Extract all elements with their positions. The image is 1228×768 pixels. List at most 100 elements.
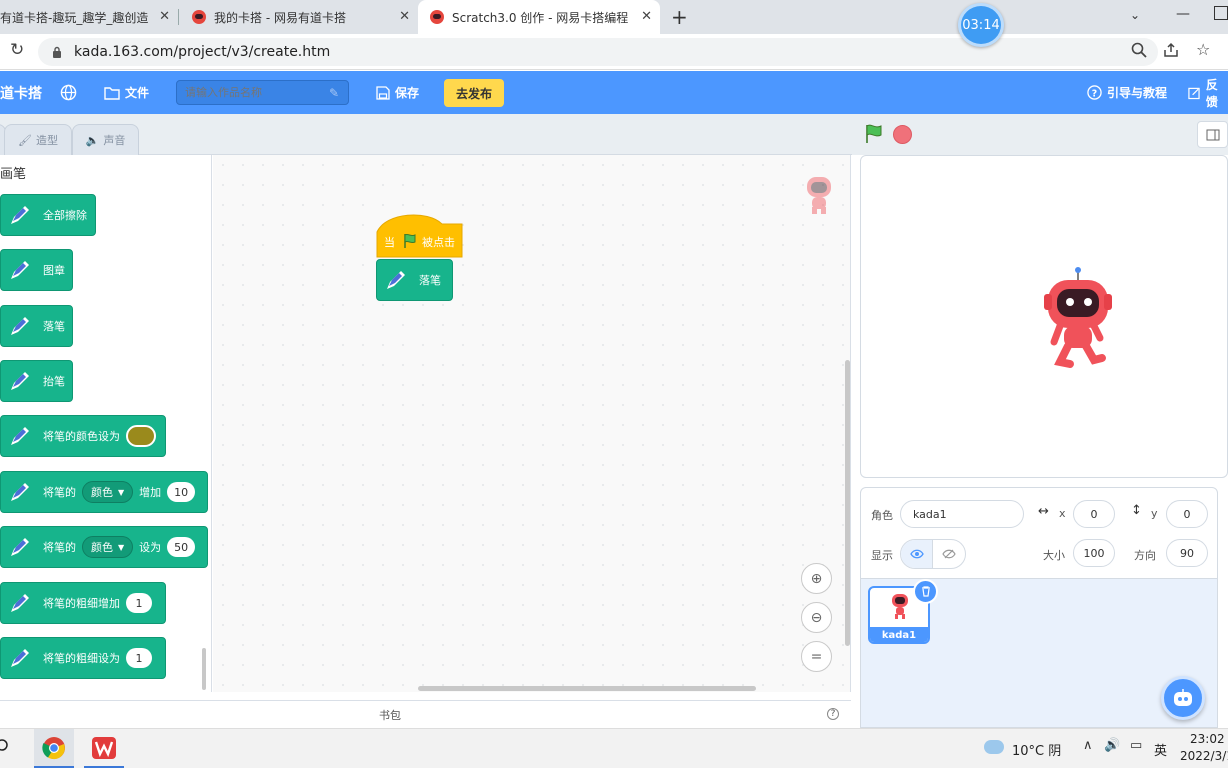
pen-color-swatch[interactable]	[126, 425, 156, 447]
block-change-pen-size[interactable]: 将笔的粗细增加 1	[0, 582, 166, 624]
robot-icon	[1174, 689, 1192, 706]
y-input[interactable]: 0	[1166, 500, 1208, 528]
edit-pencil-icon: ✎	[329, 86, 340, 100]
stage-layout-button[interactable]	[1197, 121, 1228, 148]
pen-extension-icon	[11, 483, 29, 501]
share-icon[interactable]	[1163, 42, 1179, 61]
block-change-pen-param[interactable]: 将笔的 颜色 ▼ 增加 10	[0, 471, 208, 513]
zoom-out-button[interactable]: ⊖	[801, 602, 832, 633]
ime-indicator[interactable]: 英	[1154, 740, 1167, 759]
add-sprite-robot-button[interactable]	[1161, 676, 1205, 720]
size-input[interactable]: 100	[1073, 539, 1115, 567]
close-icon[interactable]: ✕	[641, 9, 652, 24]
reload-icon[interactable]: ↻	[10, 40, 24, 60]
visibility-toggle[interactable]	[900, 539, 966, 569]
pen-param-dropdown[interactable]: 颜色 ▼	[82, 481, 134, 503]
block-pen-up[interactable]: 抬笔	[0, 360, 73, 402]
hide-eye-icon[interactable]	[933, 540, 965, 568]
x-input[interactable]: 0	[1073, 500, 1115, 528]
tab-costume[interactable]: 🖌 造型	[4, 124, 72, 155]
close-icon[interactable]: ✕	[159, 9, 170, 24]
zoom-reset-button[interactable]: =	[801, 641, 832, 672]
zoom-in-button[interactable]: ⊕	[801, 563, 832, 594]
tab-search-icon[interactable]: ⌄	[1130, 8, 1140, 22]
workspace-vertical-scrollbar[interactable]	[845, 360, 850, 646]
block-label: 全部擦除	[43, 209, 87, 222]
save-label: 保存	[395, 86, 420, 100]
taskbar-chrome-app[interactable]	[34, 729, 74, 768]
pen-extension-icon	[11, 206, 29, 224]
maximize-icon[interactable]	[1214, 6, 1228, 20]
sprite-watermark-icon	[807, 177, 831, 214]
pen-extension-icon	[11, 594, 29, 612]
browser-tab-bar: 有道卡搭-趣玩_趣学_趣创造 ✕ 我的卡搭 - 网易有道卡搭 ✕ Scratch…	[0, 0, 1228, 34]
save-button[interactable]: 保存	[376, 71, 419, 114]
block-label: 抬笔	[43, 375, 65, 388]
app-logo[interactable]: 道卡搭	[0, 71, 42, 114]
file-menu-label: 文件	[125, 86, 150, 100]
sprite-thumb-image	[892, 594, 908, 619]
block-set-pen-param[interactable]: 将笔的 颜色 ▼ 设为 50	[0, 526, 208, 568]
pen-extension-icon	[11, 317, 29, 335]
dropdown-value: 颜色	[91, 486, 113, 499]
number-input[interactable]: 1	[126, 648, 152, 668]
code-workspace[interactable]: 当 被点击 落笔 ⊕ ⊖ =	[213, 155, 851, 692]
direction-input[interactable]: 90	[1166, 539, 1208, 567]
new-tab-button[interactable]: +	[671, 5, 688, 29]
clock-time[interactable]: 23:02	[1190, 732, 1225, 746]
language-globe-icon[interactable]	[60, 71, 77, 114]
taskbar-wps-app[interactable]	[84, 729, 124, 768]
workspace-horizontal-scrollbar[interactable]	[418, 686, 756, 691]
tray-chevron-up-icon[interactable]: ∧	[1083, 738, 1093, 753]
tab-kada-home[interactable]: 有道卡搭-趣玩_趣学_趣创造 ✕	[0, 0, 178, 34]
block-pen-down[interactable]: 落笔	[0, 305, 73, 347]
svg-text:?: ?	[1092, 88, 1097, 99]
help-icon[interactable]: ?	[827, 708, 839, 720]
weather-text[interactable]: 10°C 阴	[1012, 740, 1061, 759]
script-when-flag-clicked[interactable]: 当 被点击	[376, 212, 464, 258]
costume-tab-label: 造型	[35, 134, 58, 147]
palette-scrollbar[interactable]	[202, 648, 206, 690]
number-input[interactable]: 50	[167, 537, 196, 557]
close-icon[interactable]: ✕	[399, 9, 410, 24]
number-input[interactable]: 1	[126, 593, 152, 613]
green-flag-icon[interactable]	[864, 124, 884, 144]
backpack-bar[interactable]: 书包 ?	[0, 700, 851, 728]
file-menu[interactable]: 文件	[104, 71, 149, 114]
x-label: x	[1059, 507, 1066, 520]
cloudy-weather-icon	[984, 740, 1004, 754]
palette-category-title: 画笔	[0, 167, 27, 182]
sprite-info-panel: 角色 kada1 ↔ x 0 ↕ y 0 显示 大小 100 方向 90	[860, 487, 1218, 579]
tab-my-kada[interactable]: 我的卡搭 - 网易有道卡搭 ✕	[180, 0, 418, 34]
stage-canvas[interactable]	[860, 155, 1228, 478]
sprite-name-input[interactable]: kada1	[900, 500, 1024, 528]
layout-icon	[1206, 129, 1220, 141]
feedback-button[interactable]: 反馈	[1188, 71, 1228, 114]
stop-icon[interactable]	[893, 125, 912, 144]
block-stamp[interactable]: 图章	[0, 249, 73, 291]
bookmark-star-icon[interactable]: ☆	[1196, 40, 1210, 59]
block-label: 增加	[139, 486, 162, 499]
kada-robot-sprite[interactable]	[1042, 266, 1112, 370]
pen-param-dropdown[interactable]: 颜色 ▼	[82, 536, 134, 558]
publish-button[interactable]: 去发布	[444, 79, 504, 107]
number-input[interactable]: 10	[167, 482, 196, 502]
address-bar: ↻ kada.163.com/project/v3/create.htm ☆	[0, 34, 1228, 70]
block-label: 将笔的	[43, 486, 76, 499]
tab-scratch-create[interactable]: Scratch3.0 创作 - 网易卡搭编程 ✕	[418, 0, 660, 34]
block-clear-all[interactable]: 全部擦除	[0, 194, 96, 236]
clock-date[interactable]: 2022/3/1	[1180, 749, 1228, 763]
delete-sprite-button[interactable]	[913, 579, 938, 604]
show-eye-icon[interactable]	[901, 540, 934, 568]
search-icon[interactable]	[0, 738, 12, 759]
zoom-icon[interactable]	[1131, 42, 1147, 61]
minimize-icon[interactable]: —	[1176, 6, 1190, 22]
network-icon[interactable]: ▭	[1130, 738, 1142, 753]
block-set-pen-color[interactable]: 将笔的颜色设为	[0, 415, 166, 457]
tab-sound[interactable]: 🔈 声音	[72, 124, 139, 155]
volume-icon[interactable]: 🔊	[1104, 738, 1120, 753]
guide-tutorial-button[interactable]: ? 引导与教程	[1087, 71, 1167, 114]
script-pen-down[interactable]: 落笔	[376, 259, 453, 301]
project-title-input[interactable]	[176, 80, 349, 105]
block-set-pen-size[interactable]: 将笔的粗细设为 1	[0, 637, 166, 679]
